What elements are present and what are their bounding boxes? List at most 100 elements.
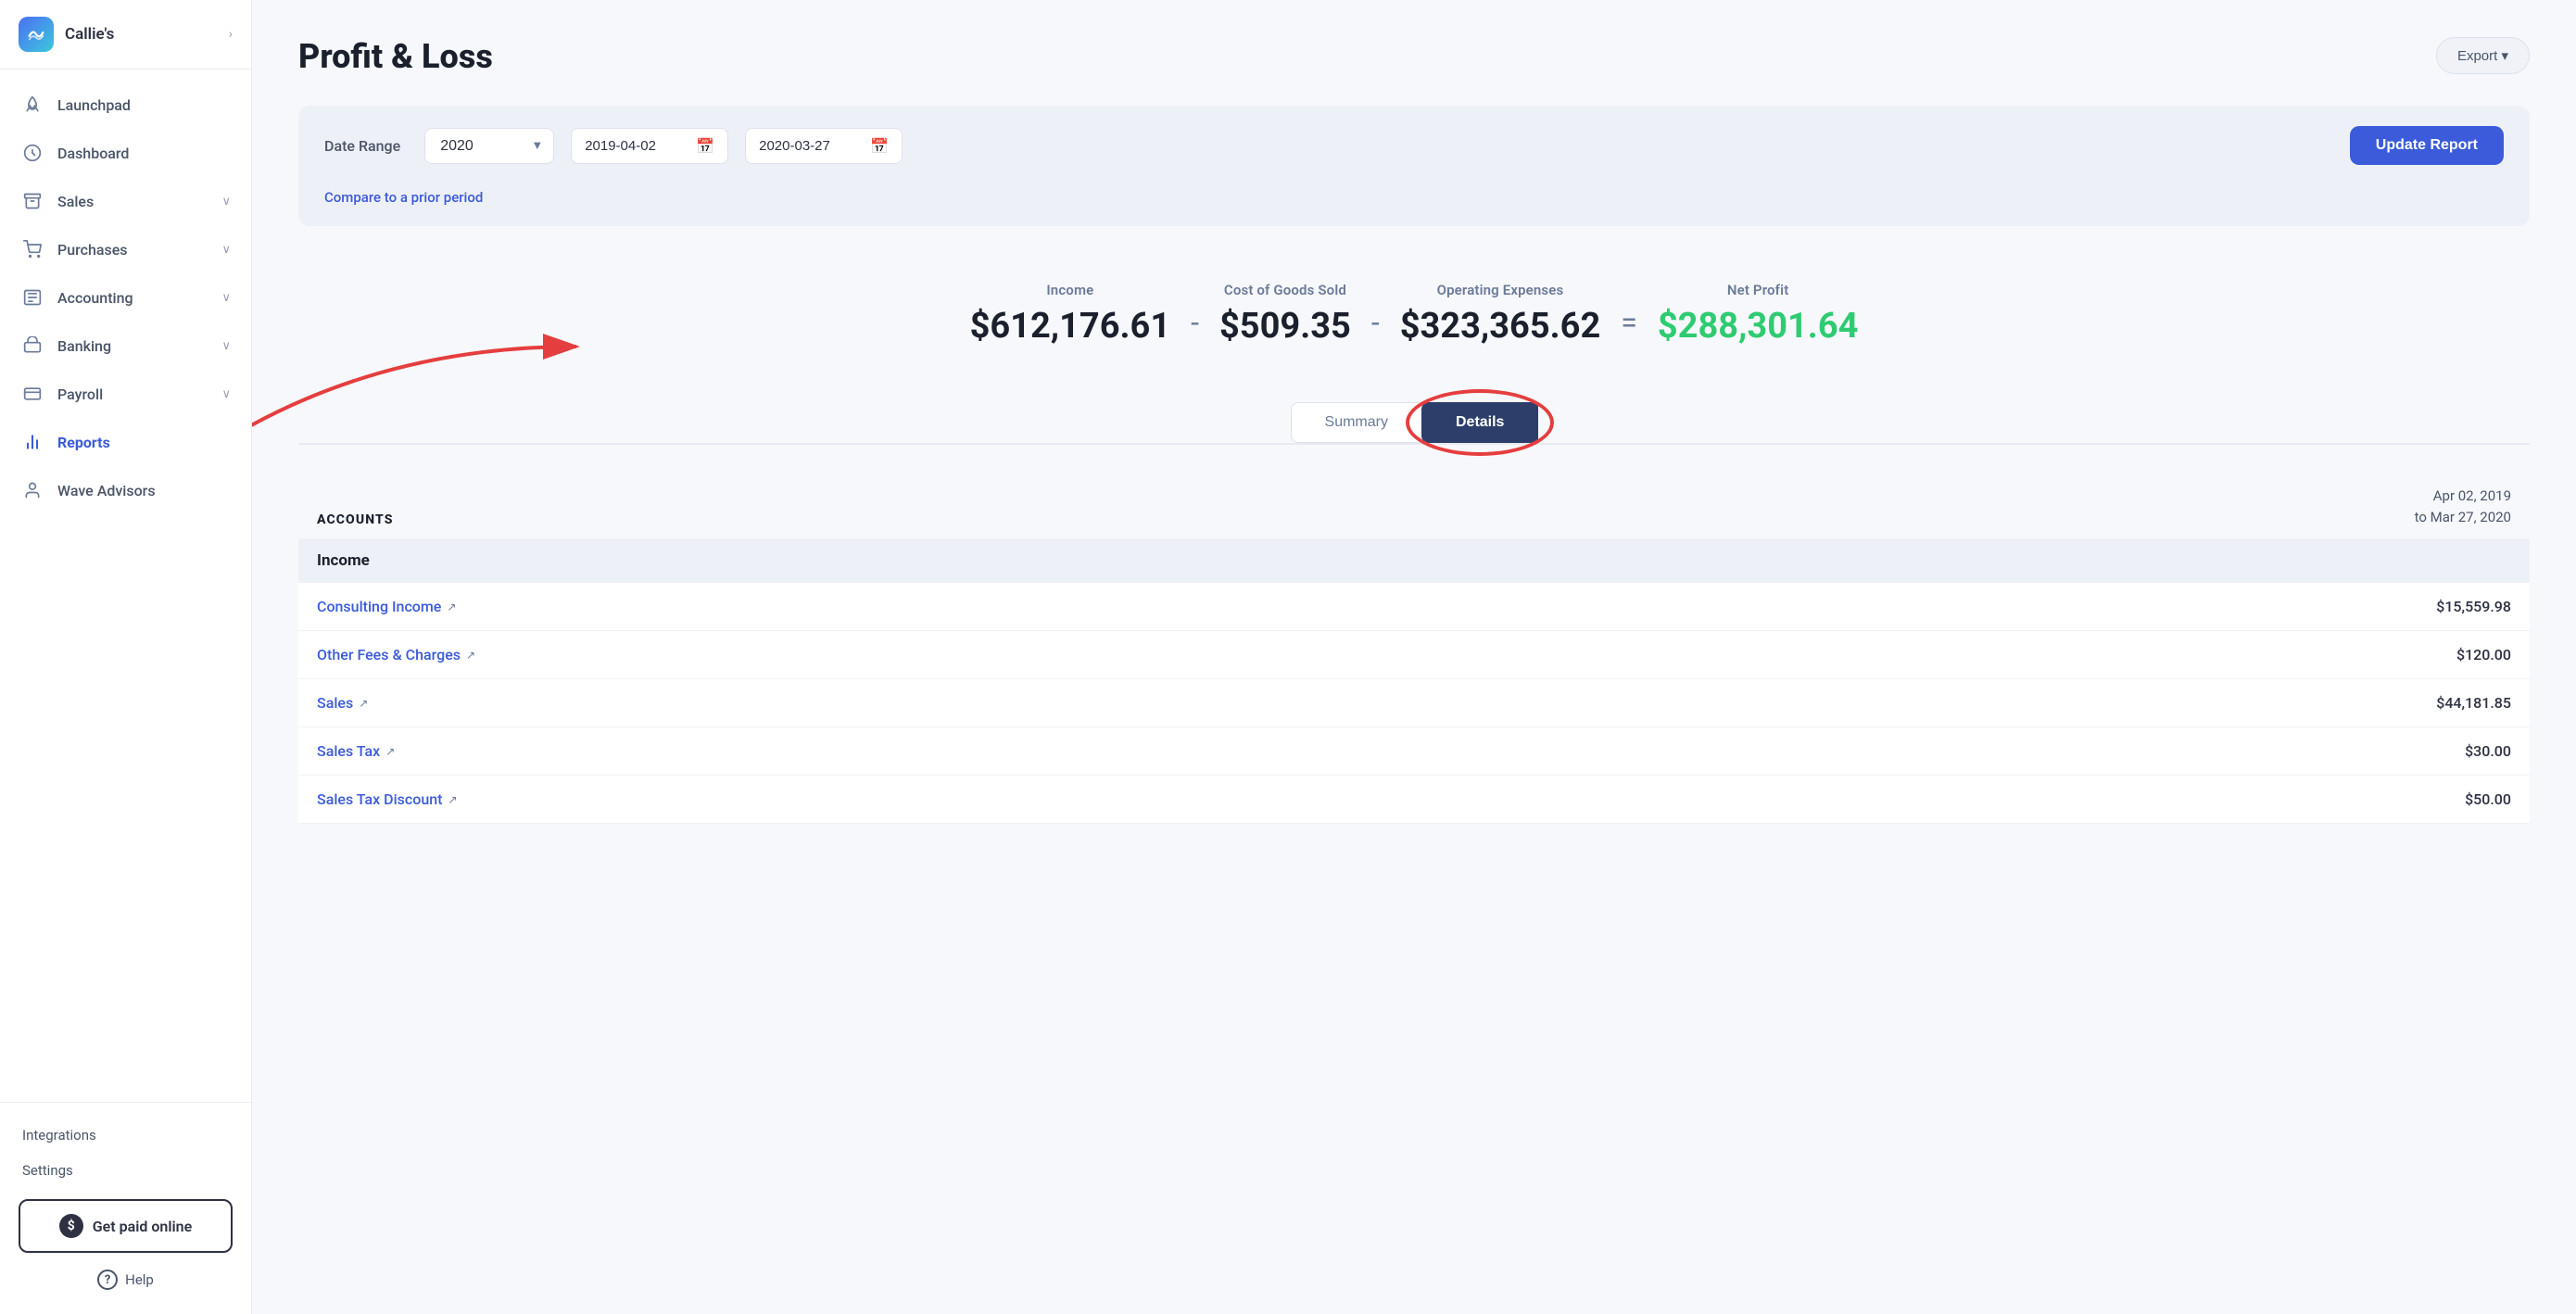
sales-chevron-icon: ∨ <box>221 195 231 208</box>
sales-icon <box>20 189 44 213</box>
external-link-icon: ↗ <box>448 793 457 806</box>
sales-tax-discount-link[interactable]: Sales Tax Discount ↗ <box>317 790 458 808</box>
sidebar-item-dashboard[interactable]: Dashboard <box>0 129 251 177</box>
year-select-wrap[interactable]: 2020 2019 2018 Custom ▼ <box>424 128 554 164</box>
get-paid-button[interactable]: $ Get paid online <box>19 1199 233 1253</box>
filter-bar: Date Range 2020 2019 2018 Custom ▼ 📅 📅 U… <box>298 106 2530 226</box>
sales-link[interactable]: Sales ↗ <box>317 694 368 712</box>
opex-label: Operating Expenses <box>1437 282 1564 298</box>
sidebar-item-wave-advisors[interactable]: Wave Advisors <box>0 466 251 514</box>
nav-section: Launchpad Dashboard Sales ∨ <box>0 77 251 1102</box>
compare-period-link[interactable]: Compare to a prior period <box>324 189 483 206</box>
end-date-input[interactable] <box>759 138 861 154</box>
external-link-icon: ↗ <box>359 697 368 710</box>
table-row: Sales ↗ $44,181.85 <box>298 679 2530 727</box>
cogs-value: $509.35 <box>1219 306 1351 347</box>
income-label: Income <box>1046 282 1093 298</box>
brand-chevron-icon: › <box>229 27 233 42</box>
opex-value: $323,365.62 <box>1400 306 1601 347</box>
settings-link[interactable]: Settings <box>19 1153 233 1188</box>
external-link-icon: ↗ <box>447 600 456 613</box>
sidebar-item-label-sales: Sales <box>57 193 221 210</box>
page-header: Profit & Loss Export ▾ <box>298 37 2530 76</box>
income-section-header: Income <box>298 538 2530 583</box>
table-header: ACCOUNTS Apr 02, 2019 to Mar 27, 2020 <box>298 474 2530 538</box>
table-row: Sales Tax ↗ $30.00 <box>298 727 2530 776</box>
year-select[interactable]: 2020 2019 2018 Custom <box>424 128 554 164</box>
sales-tax-link[interactable]: Sales Tax ↗ <box>317 742 395 760</box>
banking-icon <box>20 334 44 358</box>
sidebar-bottom: Integrations Settings $ Get paid online … <box>0 1102 251 1314</box>
start-date-input[interactable] <box>585 138 687 154</box>
tab-details[interactable]: Details <box>1421 402 1538 443</box>
end-date-wrap[interactable]: 📅 <box>745 128 903 164</box>
cogs-label: Cost of Goods Sold <box>1224 282 1346 298</box>
sidebar-item-label-accounting: Accounting <box>57 289 221 307</box>
cart-icon <box>20 237 44 261</box>
help-link[interactable]: ? Help <box>19 1260 233 1299</box>
dollar-icon: $ <box>59 1214 83 1238</box>
tab-summary[interactable]: Summary <box>1291 402 1422 443</box>
sidebar-item-label-dashboard: Dashboard <box>57 145 231 162</box>
profit-stat: Net Profit $288,301.64 <box>1658 282 1859 347</box>
table-row: Other Fees & Charges ↗ $120.00 <box>298 631 2530 679</box>
sidebar-item-label-reports: Reports <box>57 434 231 451</box>
export-button[interactable]: Export ▾ <box>2436 37 2530 74</box>
reports-icon <box>20 430 44 454</box>
banking-chevron-icon: ∨ <box>221 339 231 353</box>
opex-stat: Operating Expenses $323,365.62 <box>1400 282 1601 347</box>
profit-value: $288,301.64 <box>1658 306 1859 347</box>
integrations-link[interactable]: Integrations <box>19 1118 233 1153</box>
sidebar-item-accounting[interactable]: Accounting ∨ <box>0 273 251 322</box>
accounting-icon <box>20 285 44 310</box>
details-tab-wrap: Details <box>1421 402 1537 443</box>
advisors-icon <box>20 478 44 502</box>
sidebar-item-payroll[interactable]: Payroll ∨ <box>0 370 251 418</box>
brand-area[interactable]: Callie's › <box>0 0 251 69</box>
sidebar-item-launchpad[interactable]: Launchpad <box>0 81 251 129</box>
sidebar-item-label-purchases: Purchases <box>57 241 221 259</box>
income-value: $612,176.61 <box>970 306 1171 347</box>
sidebar-item-label-payroll: Payroll <box>57 385 221 403</box>
consulting-income-link[interactable]: Consulting Income ↗ <box>317 598 456 615</box>
sales-tax-value: $30.00 <box>2465 742 2511 760</box>
accounting-chevron-icon: ∨ <box>221 291 231 305</box>
sales-value: $44,181.85 <box>2436 694 2511 712</box>
minus-operator-1: - <box>1191 305 1199 340</box>
other-fees-link[interactable]: Other Fees & Charges ↗ <box>317 646 475 663</box>
start-date-wrap[interactable]: 📅 <box>571 128 728 164</box>
update-report-button[interactable]: Update Report <box>2350 126 2504 165</box>
start-calendar-icon[interactable]: 📅 <box>696 137 714 155</box>
sidebar-item-banking[interactable]: Banking ∨ <box>0 322 251 370</box>
sidebar-item-label-banking: Banking <box>57 337 221 355</box>
sidebar-item-purchases[interactable]: Purchases ∨ <box>0 225 251 273</box>
minus-operator-2: - <box>1371 305 1380 340</box>
sidebar-item-sales[interactable]: Sales ∨ <box>0 177 251 225</box>
filter-row: Date Range 2020 2019 2018 Custom ▼ 📅 📅 U… <box>324 126 2504 165</box>
external-link-icon: ↗ <box>385 745 395 758</box>
table-date-range: Apr 02, 2019 to Mar 27, 2020 <box>2415 486 2511 527</box>
date-range-label: Date Range <box>324 137 400 155</box>
brand-logo <box>19 17 54 52</box>
payroll-icon <box>20 382 44 406</box>
sidebar: Callie's › Launchpad Dashboard <box>0 0 252 1314</box>
other-fees-value: $120.00 <box>2456 646 2511 663</box>
equals-operator: = <box>1621 305 1637 340</box>
end-calendar-icon[interactable]: 📅 <box>870 137 889 155</box>
external-link-icon: ↗ <box>466 649 475 662</box>
get-paid-label: Get paid online <box>93 1218 192 1235</box>
rocket-icon <box>20 93 44 117</box>
cogs-stat: Cost of Goods Sold $509.35 <box>1219 282 1351 347</box>
accounts-column-label: ACCOUNTS <box>317 512 394 527</box>
sidebar-item-label-launchpad: Launchpad <box>57 96 231 114</box>
brand-name: Callie's <box>65 25 229 44</box>
sidebar-item-reports[interactable]: Reports <box>0 418 251 466</box>
purchases-chevron-icon: ∨ <box>221 243 231 257</box>
tabs-row: Summary Details <box>298 402 2530 445</box>
dashboard-icon <box>20 141 44 165</box>
profit-label: Net Profit <box>1727 282 1789 298</box>
income-stat: Income $612,176.61 <box>970 282 1171 347</box>
table-row: Sales Tax Discount ↗ $50.00 <box>298 776 2530 824</box>
payroll-chevron-icon: ∨ <box>221 387 231 401</box>
main-content: Profit & Loss Export ▾ Date Range 2020 2… <box>252 0 2576 1314</box>
